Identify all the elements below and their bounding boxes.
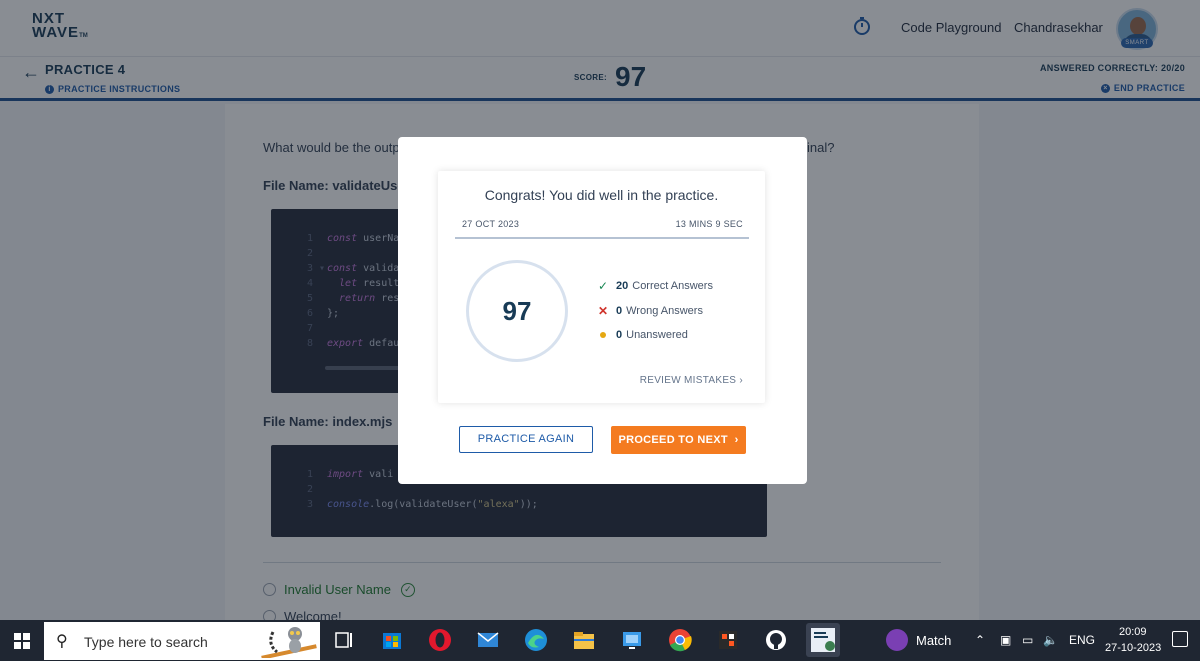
windows-start-icon[interactable] xyxy=(14,633,30,649)
store-icon[interactable] xyxy=(379,627,405,653)
review-mistakes-link[interactable]: REVIEW MISTAKES › xyxy=(640,375,743,386)
notification-icon[interactable] xyxy=(1172,631,1188,647)
chrome-icon[interactable] xyxy=(667,627,693,653)
clock-time[interactable]: 20:09 xyxy=(1119,626,1147,638)
match-label[interactable]: Match xyxy=(916,633,951,648)
chevron-right-icon: › xyxy=(739,375,743,386)
congrats-message: Congrats! You did well in the practice. xyxy=(484,187,719,203)
proceed-to-next-button[interactable]: PROCEED TO NEXT › xyxy=(611,426,746,454)
wrong-answers-stat: ✕ 0 Wrong Answers xyxy=(598,304,703,318)
cross-icon: ✕ xyxy=(598,304,609,318)
result-duration: 13 MINS 9 SEC xyxy=(675,219,743,229)
clock-date[interactable]: 27-10-2023 xyxy=(1105,642,1161,654)
file-explorer-icon[interactable] xyxy=(571,627,597,653)
mail-icon[interactable] xyxy=(475,627,501,653)
unanswered-stat: 0 Unanswered xyxy=(598,329,688,341)
result-divider xyxy=(455,237,749,239)
search-icon: ⚲ xyxy=(56,633,68,650)
correct-answers-stat: ✓ 20 Correct Answers xyxy=(598,279,713,293)
chevron-up-icon[interactable]: ⌃ xyxy=(975,633,985,647)
task-view-icon[interactable] xyxy=(331,627,357,653)
edge-icon[interactable] xyxy=(523,627,549,653)
yellow-dot-icon xyxy=(600,332,606,338)
lemur-illustration-icon xyxy=(261,627,317,658)
windows-taskbar: ⚲ Type here to search Match ⌃ ▣ ▭ 🔈 ENG … xyxy=(0,620,1200,661)
result-modal: Congrats! You did well in the practice. … xyxy=(398,137,807,484)
search-placeholder: Type here to search xyxy=(84,634,208,650)
score-ring: 97 xyxy=(466,260,568,362)
battery-icon[interactable]: ▭ xyxy=(1022,633,1033,647)
score-ring-value: 97 xyxy=(502,296,532,326)
github-icon[interactable] xyxy=(763,627,789,653)
opera-icon[interactable] xyxy=(427,627,453,653)
nxtwave-app-icon[interactable] xyxy=(806,623,840,657)
result-date: 27 OCT 2023 xyxy=(462,219,520,229)
result-card: Congrats! You did well in the practice. … xyxy=(438,171,765,403)
language-indicator[interactable]: ENG xyxy=(1069,633,1095,647)
chevron-right-icon: › xyxy=(731,434,739,446)
meet-now-icon[interactable]: ▣ xyxy=(1000,633,1011,647)
taskbar-search[interactable]: ⚲ Type here to search xyxy=(44,622,320,660)
match-app-icon[interactable] xyxy=(886,629,908,651)
check-icon: ✓ xyxy=(598,279,609,293)
volume-icon[interactable]: 🔈 xyxy=(1043,633,1058,647)
puzzle-app-icon[interactable] xyxy=(715,627,741,653)
desktop-app-icon[interactable] xyxy=(619,627,645,653)
practice-again-button[interactable]: PRACTICE AGAIN xyxy=(459,426,593,453)
